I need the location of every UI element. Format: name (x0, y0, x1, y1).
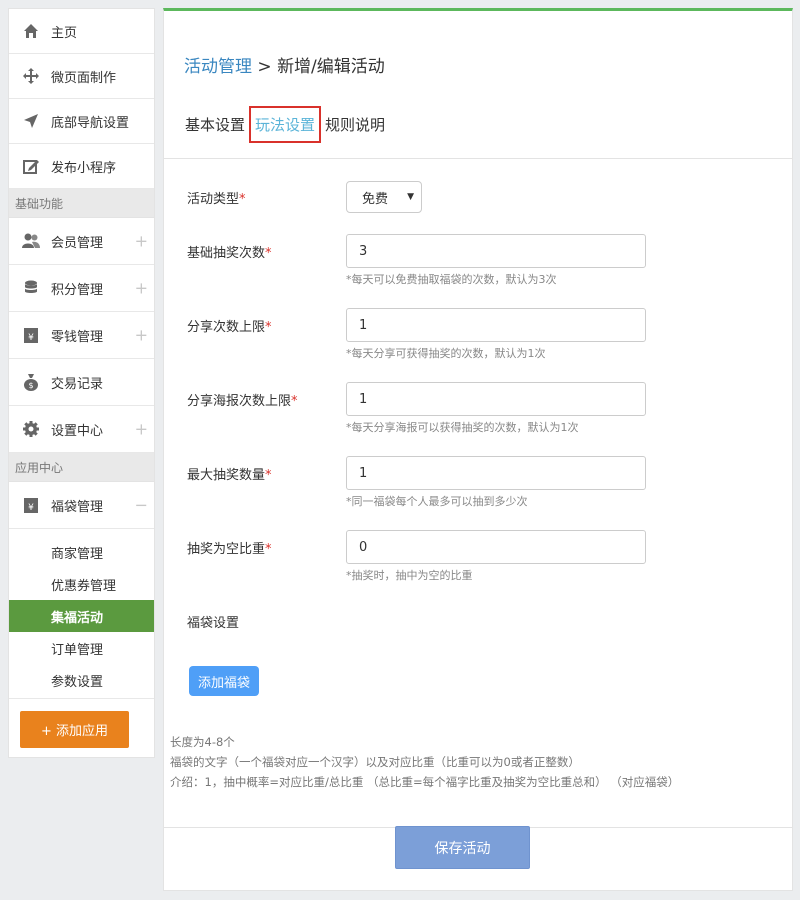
sub-item-coupons[interactable]: 优惠券管理 (9, 568, 154, 600)
divider (9, 698, 154, 699)
tab-gameplay-settings[interactable]: 玩法设置 (249, 106, 322, 143)
expand-plus-icon[interactable]: + (135, 232, 148, 251)
activity-type-select[interactable]: 免费 ▼ (346, 181, 422, 213)
sidebar-item-settings[interactable]: 设置中心 + (9, 406, 154, 453)
svg-text:$: $ (28, 381, 33, 390)
expand-plus-icon[interactable]: + (135, 279, 148, 298)
sidebar-item-label: 发布小程序 (51, 160, 117, 176)
note-line: 福袋的文字（一个福袋对应一个汉字）以及对应比重（比重可以为0或者正整数） (170, 755, 580, 769)
note-line: 介绍：1，抽中概率=对应比重/总比重 （总比重=每个福字比重及抽奖为空比重总和）… (170, 775, 680, 789)
required-mark: * (265, 542, 272, 557)
tab-bar: 基本设置 玩法设置 规则说明 (184, 106, 386, 143)
required-mark: * (265, 246, 272, 261)
database-icon (21, 278, 41, 298)
base-draws-input[interactable]: 3 (346, 234, 646, 268)
sidebar-item-points[interactable]: 积分管理 + (9, 265, 154, 312)
activity-type-value: 免费 (362, 191, 389, 207)
max-draws-input[interactable]: 1 (346, 456, 646, 490)
sub-item-merchants[interactable]: 商家管理 (9, 536, 154, 568)
add-bag-button[interactable]: 添加福袋 (189, 666, 259, 696)
tab-rules[interactable]: 规则说明 (324, 114, 386, 135)
sub-item-parameters[interactable]: 参数设置 (9, 664, 154, 696)
section-basic-heading: 基础功能 (9, 189, 154, 218)
sidebar-item-transactions[interactable]: $ 交易记录 (9, 359, 154, 406)
sidebar-item-label: 交易记录 (51, 376, 104, 392)
base-draws-label: 基础抽奖次数* (187, 246, 272, 261)
max-draws-hint: *同一福袋每个人最多可以抽到多少次 (346, 495, 528, 508)
sidebar-item-label: 零钱管理 (51, 329, 104, 345)
main-panel: 活动管理 > 新增/编辑活动 基本设置 玩法设置 规则说明 活动类型* 免费 ▼… (163, 8, 793, 891)
tab-basic-settings[interactable]: 基本设置 (184, 114, 246, 135)
share-limit-hint: *每天分享可获得抽奖的次数，默认为1次 (346, 347, 546, 360)
share-limit-input[interactable]: 1 (346, 308, 646, 342)
expand-plus-icon[interactable]: + (135, 420, 148, 439)
form-area: 活动类型* 免费 ▼ 基础抽奖次数* 3 *每天可以免费抽取福袋的次数，默认为3… (164, 158, 792, 828)
breadcrumb-link[interactable]: 活动管理 (184, 57, 252, 77)
poster-limit-label: 分享海报次数上限* (187, 394, 298, 409)
sidebar-item-label: 福袋管理 (51, 499, 104, 515)
empty-weight-label: 抽奖为空比重* (187, 542, 272, 557)
sub-item-collect-blessings[interactable]: 集福活动 (9, 600, 154, 632)
breadcrumb-current: 新增/编辑活动 (277, 57, 385, 77)
sidebar-item-label: 主页 (51, 25, 78, 41)
navigation-arrow-icon (21, 111, 41, 131)
money-bag-icon: $ (21, 372, 41, 392)
sidebar-item-lucky-bag[interactable]: ¥ 福袋管理 − (9, 482, 154, 529)
gear-icon (21, 419, 41, 439)
caret-down-icon: ▼ (407, 192, 414, 202)
sidebar-item-label: 设置中心 (51, 423, 104, 439)
poster-limit-hint: *每天分享海报可以获得抽奖的次数，默认为1次 (346, 421, 579, 434)
move-icon (21, 66, 41, 86)
sidebar: 主页 微页面制作 底部导航设置 发布小程序 基础功能 会员管理 + 积分管理 + (8, 8, 155, 758)
sidebar-item-home[interactable]: 主页 (9, 9, 154, 54)
required-mark: * (239, 192, 246, 207)
section-apps-heading: 应用中心 (9, 453, 154, 482)
sidebar-item-label: 底部导航设置 (51, 115, 130, 131)
sidebar-item-micro-page[interactable]: 微页面制作 (9, 54, 154, 99)
sidebar-item-label: 会员管理 (51, 235, 104, 251)
collapse-minus-icon[interactable]: − (135, 496, 148, 515)
sidebar-item-publish[interactable]: 发布小程序 (9, 144, 154, 189)
sub-menu: 商家管理 优惠券管理 集福活动 订单管理 参数设置 (9, 529, 154, 696)
required-mark: * (265, 468, 272, 483)
sidebar-item-members[interactable]: 会员管理 + (9, 218, 154, 265)
users-icon (21, 231, 41, 251)
lucky-bag-icon: ¥ (21, 495, 41, 515)
sidebar-item-bottom-nav[interactable]: 底部导航设置 (9, 99, 154, 144)
activity-type-label: 活动类型* (187, 192, 246, 207)
edit-icon (21, 156, 41, 176)
share-limit-label: 分享次数上限* (187, 320, 272, 335)
base-draws-hint: *每天可以免费抽取福袋的次数，默认为3次 (346, 273, 557, 286)
empty-weight-hint: *抽奖时，抽中为空的比重 (346, 569, 473, 582)
svg-text:¥: ¥ (28, 503, 34, 513)
sub-item-orders[interactable]: 订单管理 (9, 632, 154, 664)
note-line: 长度为4-8个 (170, 735, 235, 749)
sidebar-item-label: 微页面制作 (51, 70, 117, 86)
save-activity-button[interactable]: 保存活动 (395, 826, 530, 869)
breadcrumb-separator: > (252, 57, 278, 77)
breadcrumb: 活动管理 > 新增/编辑活动 (184, 52, 385, 77)
empty-weight-input[interactable]: 0 (346, 530, 646, 564)
required-mark: * (291, 394, 298, 409)
svg-text:¥: ¥ (28, 333, 34, 343)
wallet-icon: ¥ (21, 325, 41, 345)
bag-settings-label: 福袋设置 (187, 616, 240, 631)
poster-limit-input[interactable]: 1 (346, 382, 646, 416)
notes: 长度为4-8个 福袋的文字（一个福袋对应一个汉字）以及对应比重（比重可以为0或者… (170, 732, 679, 792)
add-app-button[interactable]: + 添加应用 (20, 711, 129, 748)
expand-plus-icon[interactable]: + (135, 326, 148, 345)
sidebar-item-wallet[interactable]: ¥ 零钱管理 + (9, 312, 154, 359)
home-icon (21, 21, 41, 41)
sidebar-item-label: 积分管理 (51, 282, 104, 298)
max-draws-label: 最大抽奖数量* (187, 468, 272, 483)
required-mark: * (265, 320, 272, 335)
